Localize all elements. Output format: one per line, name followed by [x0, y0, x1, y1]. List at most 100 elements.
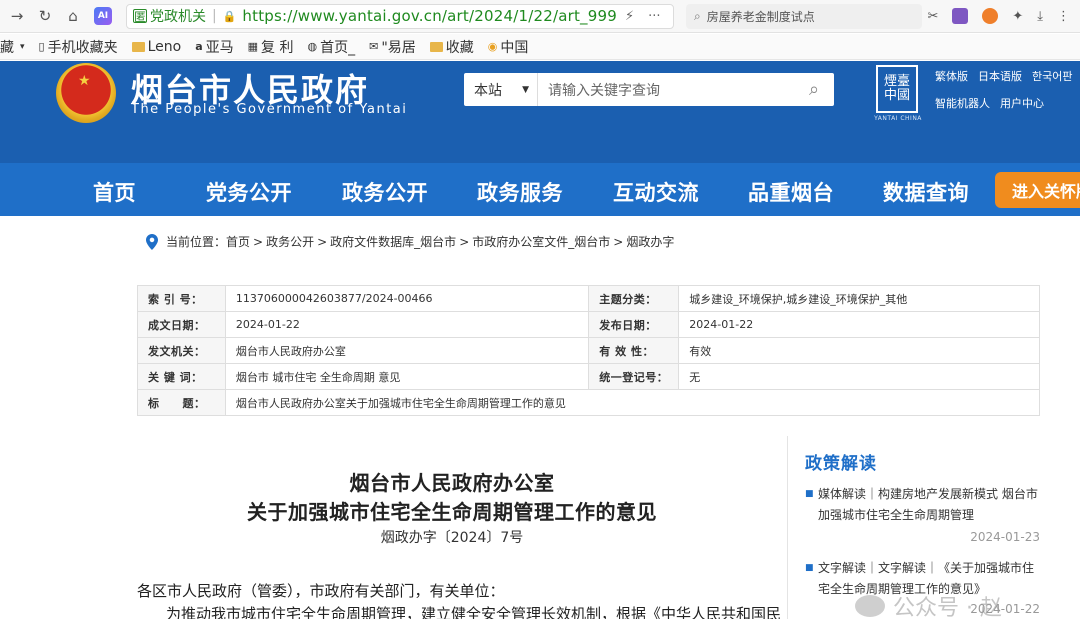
folder-icon — [429, 41, 443, 52]
globe-icon: ◍ — [307, 40, 318, 53]
sidebar-title: 政策解读 — [805, 454, 877, 474]
main-nav: 首页 党务公开 政务公开 政务服务 互动交流 品重烟台 数据查询 进入关怀版 — [0, 163, 1080, 216]
nav-interaction[interactable]: 互动交流 — [613, 177, 699, 207]
search-icon: ⌕ — [808, 79, 820, 100]
breadcrumb-item[interactable]: 烟政办字 — [626, 233, 674, 250]
nav-yantai[interactable]: 品重烟台 — [748, 177, 834, 207]
phone-icon: ▯ — [38, 40, 45, 53]
date-label: 成文日期： — [137, 311, 226, 338]
bookmark-item[interactable]: ◍ 首页_ — [308, 37, 356, 57]
regnum-label: 统一登记号： — [588, 363, 680, 390]
bullet-icon: ■ — [805, 489, 814, 499]
table-row: 成文日期： 2024-01-22 发布日期： 2024-01-22 — [137, 311, 1040, 338]
site-search-input[interactable] — [538, 73, 794, 106]
caret-down-icon: ▼ — [522, 84, 529, 95]
publish-label: 发布日期： — [588, 311, 680, 338]
browser-search-box[interactable]: ⌕ 房屋养老金制度试点 — [686, 3, 922, 29]
more-icon[interactable]: ··· — [648, 9, 660, 24]
care-mode-button[interactable]: 进入关怀版 — [995, 172, 1080, 208]
bookmark-item[interactable]: ✉ "易居 — [369, 37, 416, 57]
browser-search-query[interactable]: 房屋养老金制度试点 — [707, 8, 815, 25]
document-info-table: 索 引 号： 113706000042603877/2024-00466 主题分… — [137, 285, 1041, 416]
logo-caption: YANTAI CHINA — [874, 115, 922, 122]
ai-assistant-icon[interactable]: AI — [94, 7, 112, 25]
nav-party-affairs[interactable]: 党务公开 — [206, 177, 292, 207]
category-value: 城乡建设_环境保护,城乡建设_环境保护_其他 — [678, 285, 1040, 312]
wechat-icon — [855, 595, 885, 617]
bookmarks-bar: 藏 ▾ ▯ 手机收藏夹 Leno a 亚马 ▦ 复 利 ◍ 首页_ ✉ "易居 收藏 ◉ 中国 — [0, 34, 1080, 60]
refresh-icon[interactable]: ↻ — [34, 5, 56, 27]
bookmark-item[interactable]: Leno — [131, 39, 181, 55]
keywords-value: 烟台市 城市住宅 全生命周期 意见 — [224, 363, 590, 390]
gov-badge-label: 党政机关 — [150, 9, 206, 25]
national-emblem-icon: ★ — [56, 63, 116, 123]
publish-value: 2024-01-22 — [678, 311, 1040, 338]
search-icon: ⌕ — [694, 8, 701, 23]
download-icon[interactable]: ⤓ — [1037, 9, 1043, 24]
search-scope-select[interactable]: 本站 ▼ — [464, 73, 538, 106]
issuer-label: 发文机关： — [137, 337, 226, 364]
subject-label: 标 题： — [137, 389, 226, 416]
regnum-value: 无 — [678, 363, 1040, 390]
nav-government-services[interactable]: 政务服务 — [477, 177, 563, 207]
table-row: 索 引 号： 113706000042603877/2024-00466 主题分… — [137, 285, 1040, 312]
forward-icon[interactable]: → — [6, 5, 28, 27]
article-body-line: 为推动我市城市住宅全生命周期管理，建立健全安全管理长效机制，根据《中华人民共和国… — [166, 605, 780, 619]
document-number: 烟政办字〔2024〕7号 — [380, 530, 524, 546]
site-header: ★ 烟台市人民政府 The People's Government of Yan… — [0, 61, 1080, 163]
bookmark-item[interactable]: ▯ 手机收藏夹 — [39, 37, 118, 57]
breadcrumb-item[interactable]: 政务公开 — [266, 233, 314, 250]
index-label: 索 引 号： — [137, 285, 226, 312]
scissors-icon[interactable]: ✂ — [927, 9, 938, 24]
nav-data-query[interactable]: 数据查询 — [883, 177, 969, 207]
extension-fox-icon[interactable] — [982, 8, 999, 24]
gov-badge: 匿 党政机关 | — [133, 8, 217, 25]
lightning-icon[interactable]: ⚡ — [625, 9, 634, 24]
list-item[interactable]: ■ 媒体解读｜构建房地产发展新模式 烟台市加强城市住宅全生命周期管理 — [805, 484, 1045, 526]
search-scope-value: 本站 — [474, 82, 502, 99]
bookmark-item[interactable]: ▦ 复 利 — [248, 37, 294, 57]
breadcrumb-prefix: 当前位置： — [166, 235, 227, 249]
bookmark-item[interactable]: a 亚马 — [195, 37, 233, 57]
menu-icon[interactable]: ⋮ — [1057, 9, 1070, 24]
nav-home[interactable]: 首页 — [93, 177, 136, 207]
link-robot[interactable]: 智能机器人 — [935, 95, 990, 111]
link-traditional[interactable]: 繁体版 — [935, 68, 968, 84]
breadcrumb-item[interactable]: 市政府办公室文件_烟台市 — [472, 233, 610, 250]
keywords-label: 关 键 词： — [137, 363, 226, 390]
url-text[interactable]: https://www.yantai.gov.cn/art/2024/1/22/… — [242, 7, 617, 25]
link-korean[interactable]: 한국어판 — [1032, 68, 1072, 84]
table-row: 关 键 词： 烟台市 城市住宅 全生命周期 意见 统一登记号： 无 — [137, 363, 1040, 390]
table-row: 发文机关： 烟台市人民政府办公室 有 效 性： 有效 — [137, 337, 1040, 364]
breadcrumb-item[interactable]: 首页 — [226, 233, 250, 250]
location-pin-icon — [146, 233, 158, 250]
breadcrumb-item[interactable]: 政府文件数据库_烟台市 — [330, 233, 456, 250]
sidebar-divider — [787, 436, 788, 619]
site-subtitle: The People's Government of Yantai — [131, 102, 408, 117]
watermark-text: 公众号 · 赵 — [893, 596, 1002, 619]
bookmark-item[interactable]: 藏 ▾ — [0, 37, 25, 57]
nav-government-affairs[interactable]: 政务公开 — [342, 177, 428, 207]
issuer-value: 烟台市人民政府办公室 — [224, 337, 590, 364]
puzzle-icon[interactable]: ✦ — [1012, 9, 1023, 24]
circle-icon: ◉ — [487, 40, 498, 53]
extension-purple-icon[interactable] — [952, 8, 969, 24]
breadcrumb: 当前位置： 首页 > 政务公开 > 政府文件数据库_烟台市 > 市政府办公室文件_烟台… — [146, 233, 674, 250]
link-japanese[interactable]: 日本语版 — [978, 68, 1022, 84]
gov-shield-icon: 匿 — [133, 9, 147, 24]
validity-label: 有 效 性： — [588, 337, 680, 364]
index-value: 113706000042603877/2024-00466 — [224, 285, 590, 312]
validity-value: 有效 — [678, 337, 1040, 364]
url-bar[interactable]: 匿 党政机关 | 🔒 https://www.yantai.gov.cn/art… — [126, 3, 674, 29]
yantai-china-logo: 煙臺中國 — [876, 65, 918, 113]
watermark: 公众号 · 赵 — [855, 590, 1002, 619]
link-user-center[interactable]: 用户中心 — [1000, 95, 1044, 111]
bullet-icon: ■ — [805, 563, 814, 573]
bookmark-item[interactable]: ◉ 中国 — [488, 37, 529, 57]
sidebar-item-text[interactable]: 媒体解读｜构建房地产发展新模式 烟台市加强城市住宅全生命周期管理 — [805, 484, 1045, 526]
browser-address-bar: → ↻ ⌂ AI 匿 党政机关 | 🔒 https://www.yantai.g… — [0, 0, 1080, 33]
search-button[interactable]: ⌕ — [794, 73, 834, 106]
subject-value: 烟台市人民政府办公室关于加强城市住宅全生命周期管理工作的意见 — [224, 389, 1041, 416]
home-icon[interactable]: ⌂ — [62, 5, 84, 27]
bookmark-item[interactable]: 收藏 — [429, 37, 474, 57]
